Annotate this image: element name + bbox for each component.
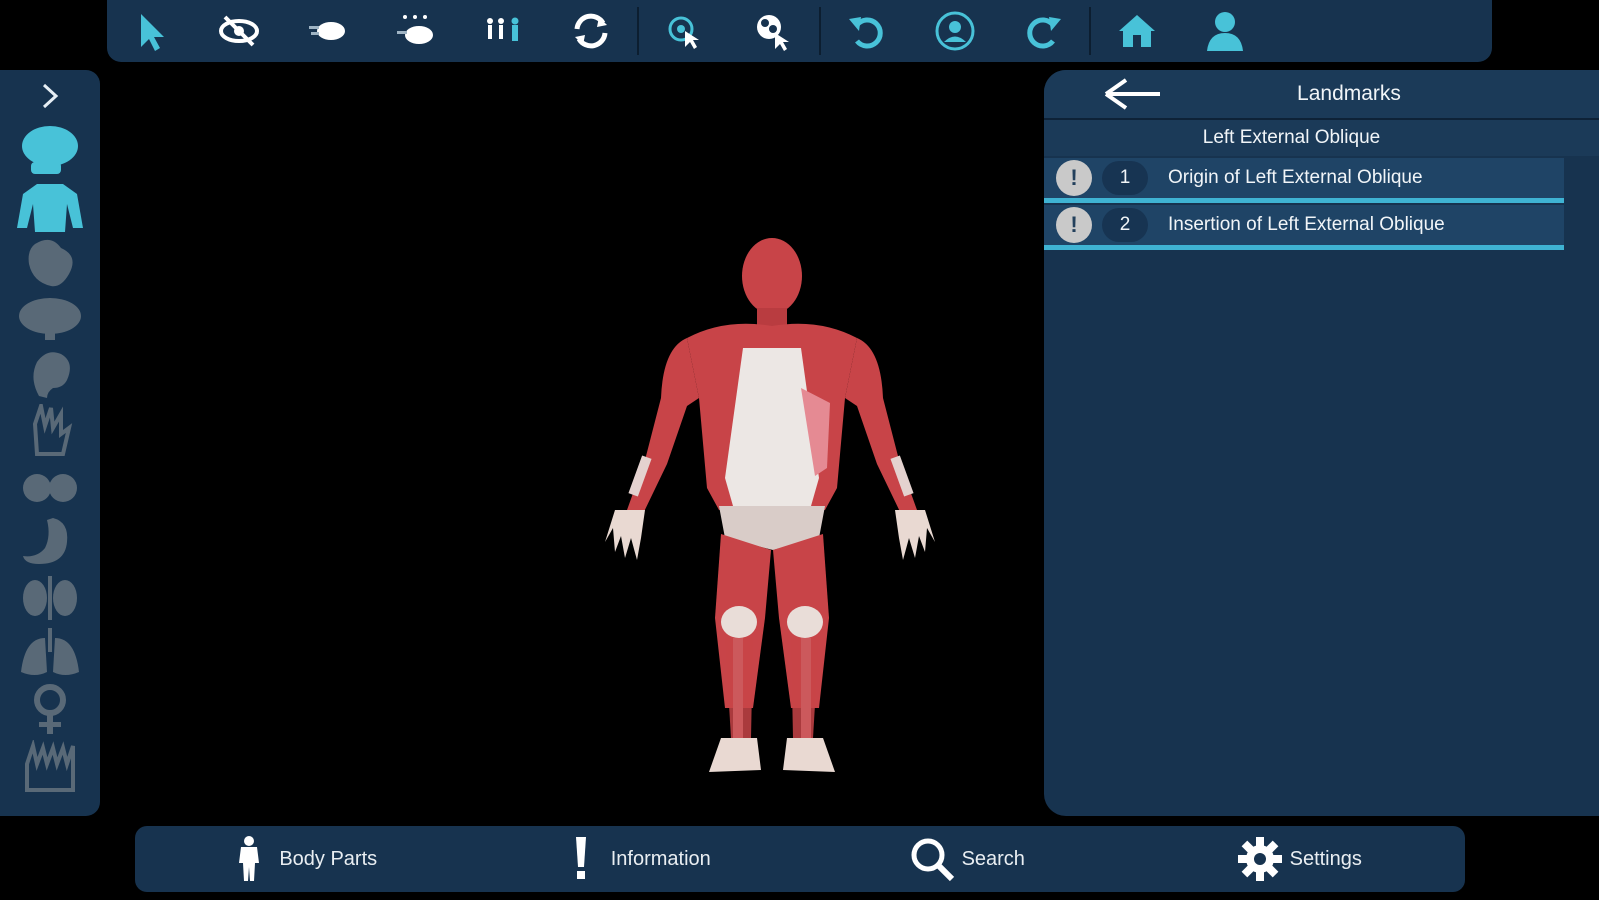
sidebar-item-kidneys[interactable]	[12, 570, 88, 626]
lungs-icon	[21, 628, 79, 675]
select-region-button[interactable]	[641, 0, 729, 62]
landmark-row[interactable]: ! 2 Insertion of Left External Oblique	[1044, 205, 1564, 250]
isolate-button[interactable]	[459, 0, 547, 62]
info-button[interactable]: !	[1056, 207, 1092, 243]
sidebar-item-teeth[interactable]	[12, 738, 88, 794]
body-parts-label: Body Parts	[279, 847, 378, 870]
exclamation-icon: !	[1070, 165, 1078, 190]
toolbar-divider	[819, 7, 821, 55]
landmark-label: Origin of Left External Oblique	[1168, 167, 1423, 188]
toolbar-divider	[1089, 7, 1091, 55]
landmarks-title: Landmarks	[1297, 82, 1401, 105]
brain-icon	[19, 298, 81, 340]
fade-others-icon	[397, 15, 433, 44]
redo-button[interactable]	[999, 0, 1087, 62]
search-label: Search	[961, 847, 1025, 870]
ear-icon	[33, 352, 70, 398]
search-icon	[911, 838, 954, 882]
exclamation-icon	[575, 837, 586, 879]
user-button[interactable]	[1181, 0, 1269, 62]
hide-eye-icon	[219, 15, 259, 47]
explode-icon	[757, 15, 789, 51]
landmark-label: Insertion of Left External Oblique	[1168, 214, 1445, 235]
isolate-people-icon	[487, 17, 519, 41]
landmarks-list: ! 1 Origin of Left External Oblique ! 2 …	[1044, 158, 1599, 250]
muscles-icon	[17, 184, 83, 232]
breast-icon	[23, 474, 77, 502]
sidebar-toggle-button[interactable]	[0, 70, 100, 122]
sidebar-item-lungs[interactable]	[12, 626, 88, 682]
user-icon	[1207, 12, 1243, 51]
toolbar-divider	[637, 7, 639, 55]
redo-icon	[1027, 17, 1061, 49]
home-icon	[1119, 15, 1155, 47]
top-toolbar	[107, 0, 1492, 62]
home-button[interactable]	[1093, 0, 1181, 62]
anatomy-model-viewport[interactable]	[575, 238, 965, 798]
sidebar-item-heart[interactable]	[12, 234, 88, 290]
explode-button[interactable]	[729, 0, 817, 62]
hand-nerves-icon	[32, 404, 73, 456]
landmarks-header: Landmarks	[1044, 70, 1599, 120]
settings-label: Settings	[1289, 847, 1362, 870]
system-sidebar	[0, 70, 100, 816]
information-button[interactable]: Information	[468, 826, 801, 892]
landmark-row[interactable]: ! 1 Origin of Left External Oblique	[1044, 158, 1564, 203]
information-label: Information	[610, 847, 711, 870]
heart-icon	[28, 239, 73, 287]
hide-button[interactable]	[195, 0, 283, 62]
exclamation-icon: !	[1070, 212, 1078, 237]
select-cursor-button[interactable]	[107, 0, 195, 62]
landmarks-subtitle: Left External Oblique	[1044, 120, 1599, 156]
search-button[interactable]: Search	[800, 826, 1133, 892]
teeth-icon	[25, 740, 75, 792]
select-region-icon	[668, 16, 699, 49]
skeleton-icon	[22, 126, 78, 174]
body-parts-button[interactable]: Body Parts	[135, 826, 468, 892]
reset-rotate-button[interactable]	[547, 0, 635, 62]
sidebar-item-breast[interactable]	[12, 458, 88, 514]
fade-button[interactable]	[283, 0, 371, 62]
fade-icon	[309, 22, 345, 40]
settings-button[interactable]: Settings	[1133, 826, 1466, 892]
profile-view-icon	[935, 11, 975, 51]
select-cursor-icon	[141, 14, 164, 51]
sidebar-item-nerves[interactable]	[12, 402, 88, 458]
sidebar-item-stomach[interactable]	[12, 514, 88, 570]
sidebar-item-skeleton[interactable]	[12, 122, 88, 178]
profile-view-button[interactable]	[911, 0, 999, 62]
female-icon	[34, 684, 66, 734]
sidebar-item-female[interactable]	[12, 682, 88, 738]
landmark-number: 1	[1102, 161, 1148, 195]
sidebar-item-brain[interactable]	[12, 290, 88, 346]
reset-rotate-icon	[574, 13, 608, 49]
landmark-number: 2	[1102, 208, 1148, 242]
muscle-figure	[605, 238, 935, 772]
sidebar-item-muscles[interactable]	[12, 178, 88, 234]
stomach-icon	[23, 518, 68, 564]
sidebar-item-ear[interactable]	[12, 346, 88, 402]
fade-others-button[interactable]	[371, 0, 459, 62]
kidneys-icon	[23, 576, 77, 620]
undo-button[interactable]	[823, 0, 911, 62]
chevron-right-icon	[42, 83, 59, 109]
landmarks-panel: Landmarks Left External Oblique ! 1 Orig…	[1044, 70, 1599, 816]
info-button[interactable]: !	[1056, 160, 1092, 196]
bottom-navigation: Body Parts Information Search Settings	[135, 826, 1465, 892]
gear-icon	[1237, 837, 1282, 881]
body-figure-icon	[239, 836, 260, 881]
undo-icon	[849, 17, 883, 49]
